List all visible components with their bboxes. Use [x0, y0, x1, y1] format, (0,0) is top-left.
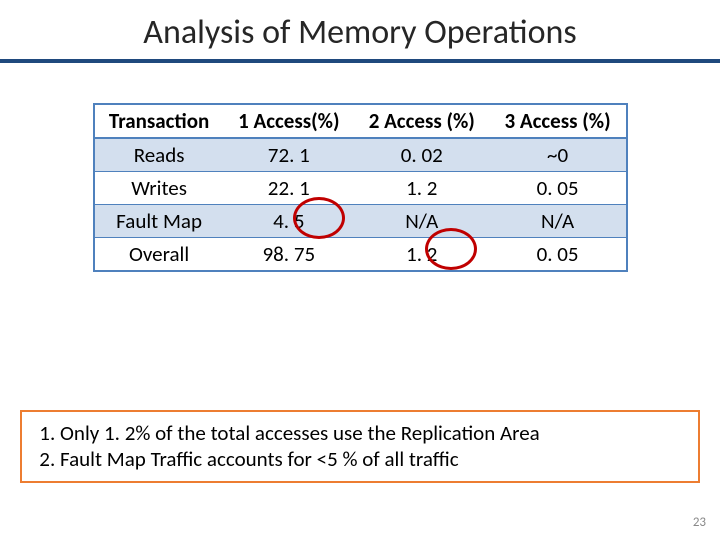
table-header-row: Transaction 1 Access(%) 2 Access (%) 3 A…	[94, 104, 627, 138]
notes-box: Only 1. 2% of the total accesses use the…	[20, 410, 700, 483]
table-row: Reads 72. 1 0. 02 ~0	[94, 138, 627, 172]
cell: N/A	[490, 205, 627, 238]
cell: 4. 5	[224, 205, 354, 238]
cell: 0. 02	[354, 138, 490, 172]
note-item: Fault Map Traffic accounts for <5 % of a…	[60, 446, 684, 472]
note-item: Only 1. 2% of the total accesses use the…	[60, 420, 684, 446]
table-row: Fault Map 4. 5 N/A N/A	[94, 205, 627, 238]
header-cell: 1 Access(%)	[224, 104, 354, 138]
cell: 22. 1	[224, 172, 354, 205]
cell: Writes	[94, 172, 224, 205]
cell: 1. 2	[354, 238, 490, 272]
slide-title: Analysis of Memory Operations	[0, 0, 720, 59]
cell: 98. 75	[224, 238, 354, 272]
header-cell: 3 Access (%)	[490, 104, 627, 138]
data-table-wrap: Transaction 1 Access(%) 2 Access (%) 3 A…	[93, 103, 628, 272]
data-table: Transaction 1 Access(%) 2 Access (%) 3 A…	[93, 103, 628, 272]
slide: Analysis of Memory Operations Transactio…	[0, 0, 720, 540]
cell: 1. 2	[354, 172, 490, 205]
cell: 0. 05	[490, 172, 627, 205]
header-cell: Transaction	[94, 104, 224, 138]
cell: Reads	[94, 138, 224, 172]
cell: Overall	[94, 238, 224, 272]
cell: 72. 1	[224, 138, 354, 172]
cell: ~0	[490, 138, 627, 172]
cell: N/A	[354, 205, 490, 238]
table-row: Overall 98. 75 1. 2 0. 05	[94, 238, 627, 272]
cell: Fault Map	[94, 205, 224, 238]
page-number: 23	[693, 515, 706, 530]
header-cell: 2 Access (%)	[354, 104, 490, 138]
cell: 0. 05	[490, 238, 627, 272]
title-underline	[0, 59, 720, 63]
table-row: Writes 22. 1 1. 2 0. 05	[94, 172, 627, 205]
